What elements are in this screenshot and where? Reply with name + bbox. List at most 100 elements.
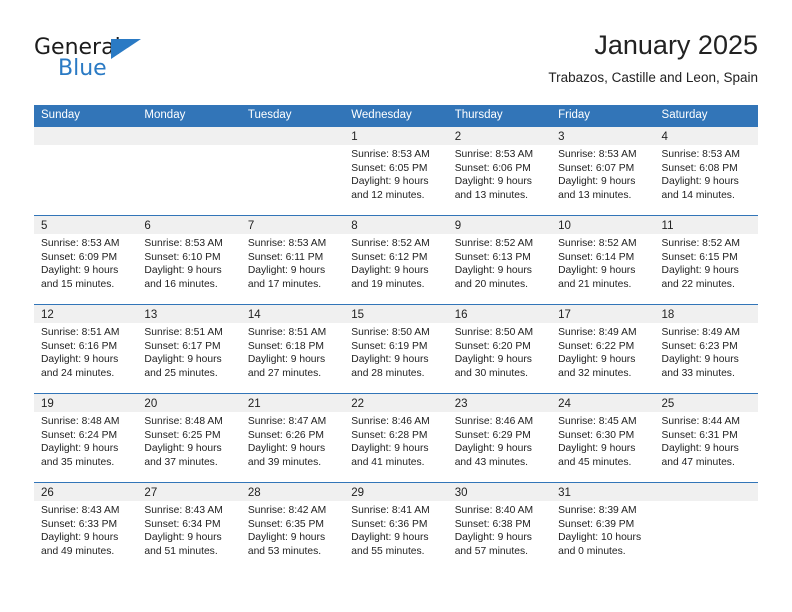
sunrise-text: Sunrise: 8:53 AM <box>351 149 430 160</box>
day-number-band: 7 <box>240 216 345 234</box>
day-cell[interactable]: 26 Sunrise: 8:43 AM Sunset: 6:33 PM Dayligh… <box>34 483 138 571</box>
day-details: Sunrise: 8:47 AM Sunset: 6:26 PM Daylight:… <box>241 412 344 469</box>
daylight-text-line1: Daylight: 9 hours <box>351 443 429 455</box>
sunset-text: Sunset: 6:18 PM <box>247 340 324 352</box>
day-cell[interactable]: 31 Sunrise: 8:39 AM Sunset: 6:39 PM Dayligh… <box>551 483 655 571</box>
daylight-text-line2: and 0 minutes. <box>558 545 626 557</box>
sunset-text: Sunset: 6:08 PM <box>661 162 738 174</box>
day-cell[interactable]: 17 Sunrise: 8:49 AM Sunset: 6:22 PM Dayligh… <box>551 305 655 393</box>
daylight-text-line1: Daylight: 9 hours <box>144 443 222 455</box>
day-cell[interactable]: 5 Sunrise: 8:53 AM Sunset: 6:09 PM Daylight… <box>34 216 138 304</box>
day-details: Sunrise: 8:53 AM Sunset: 6:08 PM Daylight:… <box>655 145 758 202</box>
day-cell[interactable]: 21 Sunrise: 8:47 AM Sunset: 6:26 PM Dayligh… <box>240 394 345 482</box>
daylight-text-line2: and 19 minutes. <box>351 278 425 290</box>
sunrise-text: Sunrise: 8:40 AM <box>454 505 534 516</box>
sunset-text: Sunset: 6:13 PM <box>454 251 531 263</box>
sunset-text: Sunset: 6:11 PM <box>247 251 324 263</box>
day-cell[interactable]: 23 Sunrise: 8:46 AM Sunset: 6:29 PM Dayligh… <box>447 394 552 482</box>
daylight-text-line1: Daylight: 9 hours <box>247 354 326 366</box>
weekday-header-row: Sunday Monday Tuesday Wednesday Thursday… <box>34 105 758 126</box>
calendar-week-row: 1 Sunrise: 8:53 AM Sunset: 6:05 PM Daylight… <box>34 126 758 215</box>
sunrise-text: Sunrise: 8:53 AM <box>661 149 740 160</box>
day-number: 9 <box>454 220 462 232</box>
day-cell[interactable]: 12 Sunrise: 8:51 AM Sunset: 6:16 PM Dayligh… <box>34 305 138 393</box>
daylight-text-line1: Daylight: 9 hours <box>41 354 119 366</box>
calendar-week-row: 19 Sunrise: 8:48 AM Sunset: 6:24 PM Dayligh… <box>34 393 758 482</box>
day-cell[interactable]: 29 Sunrise: 8:41 AM Sunset: 6:36 PM Dayligh… <box>344 483 448 571</box>
daylight-text-line1: Daylight: 9 hours <box>351 176 429 188</box>
day-cell[interactable]: 3 Sunrise: 8:53 AM Sunset: 6:07 PM Daylight… <box>551 127 655 215</box>
sunset-text: Sunset: 6:35 PM <box>247 518 324 530</box>
day-cell[interactable]: 19 Sunrise: 8:48 AM Sunset: 6:24 PM Dayligh… <box>34 394 138 482</box>
weekday-header-wednesday: Wednesday <box>351 109 412 121</box>
day-number-band: 1 <box>344 127 448 145</box>
sunrise-text: Sunrise: 8:46 AM <box>454 416 534 427</box>
day-cell[interactable]: 18 Sunrise: 8:49 AM Sunset: 6:23 PM Dayligh… <box>654 305 758 393</box>
weekday-header-sunday: Sunday <box>41 109 81 121</box>
sunrise-text: Sunrise: 8:53 AM <box>558 149 637 160</box>
day-cell[interactable]: 24 Sunrise: 8:45 AM Sunset: 6:30 PM Dayligh… <box>551 394 655 482</box>
sunrise-text: Sunrise: 8:45 AM <box>558 416 637 427</box>
day-cell[interactable]: 16 Sunrise: 8:50 AM Sunset: 6:20 PM Dayligh… <box>447 305 552 393</box>
day-cell[interactable]: 9 Sunrise: 8:52 AM Sunset: 6:13 PM Daylight… <box>447 216 552 304</box>
sunset-text: Sunset: 6:29 PM <box>454 429 531 441</box>
day-cell[interactable]: 8 Sunrise: 8:52 AM Sunset: 6:12 PM Daylight… <box>344 216 448 304</box>
page-subtitle: Trabazos, Castille and Leon, Spain <box>548 70 758 85</box>
day-cell[interactable]: 14 Sunrise: 8:51 AM Sunset: 6:18 PM Dayligh… <box>240 305 345 393</box>
day-cell[interactable]: 13 Sunrise: 8:51 AM Sunset: 6:17 PM Dayligh… <box>137 305 241 393</box>
day-cell[interactable]: 11 Sunrise: 8:52 AM Sunset: 6:15 PM Dayligh… <box>654 216 758 304</box>
generalblue-logo[interactable]: General Blue <box>34 36 234 92</box>
day-details: Sunrise: 8:53 AM Sunset: 6:06 PM Daylight:… <box>448 145 551 202</box>
page-header: General Blue January 2025 Trabazos, Cast… <box>34 28 758 96</box>
sunrise-text: Sunrise: 8:52 AM <box>558 238 637 249</box>
day-cell[interactable] <box>240 127 345 215</box>
day-number: 7 <box>247 220 255 232</box>
day-number: 29 <box>351 487 365 499</box>
day-number-band: 25 <box>654 394 758 412</box>
day-cell[interactable] <box>34 127 138 215</box>
daylight-text-line2: and 20 minutes. <box>454 278 528 290</box>
day-cell[interactable] <box>654 483 758 571</box>
triangle-icon <box>111 39 141 59</box>
day-cell[interactable]: 15 Sunrise: 8:50 AM Sunset: 6:19 PM Dayligh… <box>344 305 448 393</box>
day-cell[interactable] <box>137 127 241 215</box>
day-number: 22 <box>351 398 365 410</box>
sunset-text: Sunset: 6:12 PM <box>351 251 428 263</box>
day-details <box>655 501 758 504</box>
calendar-week-row: 12 Sunrise: 8:51 AM Sunset: 6:16 PM Dayligh… <box>34 304 758 393</box>
day-number-band: 19 <box>34 394 138 412</box>
day-details: Sunrise: 8:51 AM Sunset: 6:17 PM Daylight:… <box>137 323 240 380</box>
day-number-band: 27 <box>137 483 241 501</box>
day-cell[interactable]: 2 Sunrise: 8:53 AM Sunset: 6:06 PM Daylight… <box>447 127 552 215</box>
day-number: 24 <box>558 398 571 410</box>
sunset-text: Sunset: 6:07 PM <box>558 162 635 174</box>
day-cell[interactable]: 30 Sunrise: 8:40 AM Sunset: 6:38 PM Dayligh… <box>447 483 552 571</box>
day-cell[interactable]: 28 Sunrise: 8:42 AM Sunset: 6:35 PM Dayligh… <box>240 483 345 571</box>
day-cell[interactable]: 7 Sunrise: 8:53 AM Sunset: 6:11 PM Daylight… <box>240 216 345 304</box>
day-cell[interactable]: 1 Sunrise: 8:53 AM Sunset: 6:05 PM Daylight… <box>344 127 448 215</box>
daylight-text-line1: Daylight: 9 hours <box>454 354 532 366</box>
sunset-text: Sunset: 6:36 PM <box>351 518 428 530</box>
day-cell[interactable]: 4 Sunrise: 8:53 AM Sunset: 6:08 PM Daylight… <box>654 127 758 215</box>
day-cell[interactable]: 10 Sunrise: 8:52 AM Sunset: 6:14 PM Dayligh… <box>551 216 655 304</box>
weekday-header-monday: Monday <box>144 109 186 121</box>
sunset-text: Sunset: 6:14 PM <box>558 251 635 263</box>
sunset-text: Sunset: 6:06 PM <box>454 162 531 174</box>
day-details: Sunrise: 8:48 AM Sunset: 6:24 PM Daylight:… <box>34 412 137 469</box>
sunset-text: Sunset: 6:28 PM <box>351 429 428 441</box>
sunrise-text: Sunrise: 8:53 AM <box>41 238 120 249</box>
day-cell[interactable]: 6 Sunrise: 8:53 AM Sunset: 6:10 PM Daylight… <box>137 216 241 304</box>
day-number: 21 <box>247 398 261 410</box>
daylight-text-line2: and 41 minutes. <box>351 456 425 468</box>
daylight-text-line1: Daylight: 9 hours <box>454 443 532 455</box>
day-cell[interactable]: 22 Sunrise: 8:46 AM Sunset: 6:28 PM Dayligh… <box>344 394 448 482</box>
daylight-text-line2: and 32 minutes. <box>558 367 632 379</box>
calendar-week-row: 5 Sunrise: 8:53 AM Sunset: 6:09 PM Daylight… <box>34 215 758 304</box>
day-cell[interactable]: 27 Sunrise: 8:43 AM Sunset: 6:34 PM Dayligh… <box>137 483 241 571</box>
daylight-text-line1: Daylight: 9 hours <box>661 354 739 366</box>
day-cell[interactable]: 20 Sunrise: 8:48 AM Sunset: 6:25 PM Dayligh… <box>137 394 241 482</box>
day-cell[interactable]: 25 Sunrise: 8:44 AM Sunset: 6:31 PM Dayligh… <box>654 394 758 482</box>
day-details: Sunrise: 8:52 AM Sunset: 6:12 PM Daylight:… <box>344 234 447 291</box>
sunrise-text: Sunrise: 8:43 AM <box>144 505 223 516</box>
daylight-text-line2: and 37 minutes. <box>144 456 218 468</box>
